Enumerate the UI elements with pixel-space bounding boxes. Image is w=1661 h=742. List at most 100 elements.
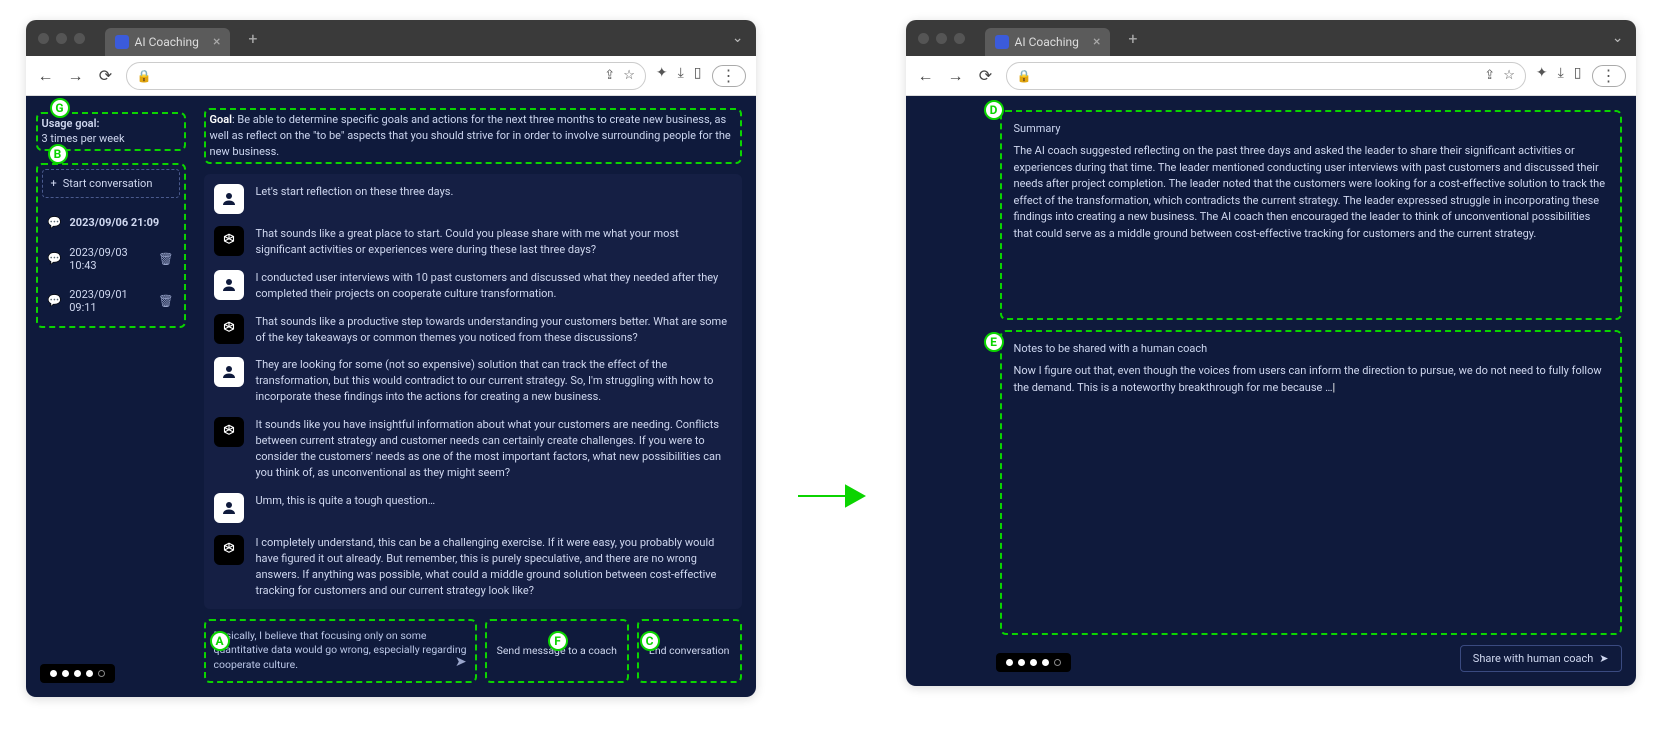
annotation-f: F [548, 631, 568, 651]
toolbar-icons: ✦ ⤓ ▯ ⋮ [1536, 65, 1626, 87]
close-window-icon[interactable] [918, 33, 929, 44]
message-text: That sounds like a productive step towar… [256, 314, 732, 346]
browser-tab[interactable]: AI Coaching × [985, 28, 1111, 56]
conversation-item[interactable]: 💬 2023/09/06 21:09 [42, 208, 180, 238]
notes-title: Notes to be shared with a human coach [1014, 342, 1608, 355]
message-row: It sounds like you have insightful infor… [214, 417, 732, 481]
conversation-item[interactable]: 💬 2023/09/01 09:11 🗑 [42, 280, 180, 322]
chat-icon: 💬 [48, 216, 62, 230]
browser-titlebar: AI Coaching × + ⌄ [26, 20, 756, 56]
message-row: That sounds like a great place to start.… [214, 226, 732, 258]
share-icon[interactable]: ⇪ [1484, 68, 1495, 83]
traffic-lights [38, 33, 85, 44]
pager-dot[interactable] [1030, 659, 1037, 666]
new-tab-icon[interactable]: + [1128, 29, 1137, 48]
extensions-icon[interactable]: ✦ [656, 65, 668, 87]
browser-toolbar: ← → ⟳ 🔒 ⇪ ☆ ✦ ⤓ ▯ ⋮ [906, 56, 1636, 96]
message-row: That sounds like a productive step towar… [214, 314, 732, 346]
share-button-label: Share with human coach [1473, 652, 1593, 665]
summary-box: Summary The AI coach suggested reflectin… [1000, 110, 1622, 320]
downloads-icon[interactable]: ⤓ [678, 65, 684, 87]
user-avatar-icon [214, 270, 244, 300]
pager-dot[interactable] [62, 670, 69, 677]
annotation-g: G [50, 98, 70, 118]
send-icon[interactable]: ➤ [455, 653, 467, 673]
browser-window-right: AI Coaching × + ⌄ ← → ⟳ 🔒 ⇪ ☆ ✦ ⤓ ▯ ⋮ D … [906, 20, 1636, 686]
browser-window-left: AI Coaching × + ⌄ ← → ⟳ 🔒 ⇪ ☆ ✦ ⤓ ▯ ⋮ G … [26, 20, 756, 697]
profile-menu[interactable]: ⋮ [1592, 65, 1626, 87]
bookmark-icon[interactable]: ☆ [623, 68, 635, 83]
maximize-window-icon[interactable] [954, 33, 965, 44]
delete-icon[interactable]: 🗑 [158, 252, 173, 266]
tab-close-icon[interactable]: × [213, 34, 220, 50]
conversation-timestamp: 2023/09/06 21:09 [70, 216, 160, 229]
arrow-icon [796, 481, 866, 515]
tabs-dropdown-icon[interactable]: ⌄ [1612, 30, 1624, 46]
reload-icon[interactable]: ⟳ [976, 66, 996, 85]
tab-favicon-icon [995, 35, 1009, 49]
pager-dot[interactable] [1006, 659, 1013, 666]
back-icon[interactable]: ← [916, 66, 936, 86]
pager-dot[interactable] [50, 670, 57, 677]
send-icon: ➤ [1599, 652, 1608, 665]
compose-input[interactable]: Basically, I believe that focusing only … [204, 619, 477, 683]
extensions-icon[interactable]: ✦ [1536, 65, 1548, 87]
pager-dot[interactable] [74, 670, 81, 677]
message-text: They are looking for some (not so expens… [256, 357, 732, 405]
traffic-lights [918, 33, 965, 44]
close-window-icon[interactable] [38, 33, 49, 44]
conversation-item[interactable]: 💬 2023/09/03 10:43 🗑 [42, 238, 180, 280]
url-bar[interactable]: 🔒 ⇪ ☆ [126, 62, 646, 90]
minimize-window-icon[interactable] [936, 33, 947, 44]
forward-icon[interactable]: → [66, 66, 86, 86]
downloads-icon[interactable]: ⤓ [1558, 65, 1564, 87]
user-avatar-icon [214, 493, 244, 523]
annotation-e: E [984, 332, 1004, 352]
maximize-window-icon[interactable] [74, 33, 85, 44]
compose-text: Basically, I believe that focusing only … [214, 629, 467, 671]
forward-icon[interactable]: → [946, 66, 966, 86]
pager-dot[interactable] [1018, 659, 1025, 666]
share-with-coach-button[interactable]: Share with human coach ➤ [1460, 645, 1622, 672]
end-conversation-button[interactable]: End conversation [637, 619, 742, 683]
url-bar[interactable]: 🔒 ⇪ ☆ [1006, 62, 1526, 90]
message-row: I conducted user interviews with 10 past… [214, 270, 732, 302]
ai-avatar-icon [214, 314, 244, 344]
reload-icon[interactable]: ⟳ [96, 66, 116, 85]
bookmark-icon[interactable]: ☆ [1503, 68, 1515, 83]
message-text: Let's start reflection on these three da… [256, 184, 454, 200]
message-row: I completely understand, this can be a c… [214, 535, 732, 599]
pager-dots [996, 653, 1071, 672]
reader-icon[interactable]: ▯ [694, 65, 702, 87]
ai-avatar-icon [214, 535, 244, 565]
tabs-dropdown-icon[interactable]: ⌄ [732, 30, 744, 46]
pager-dot[interactable] [98, 670, 105, 677]
message-text: I completely understand, this can be a c… [256, 535, 732, 599]
notes-box[interactable]: Notes to be shared with a human coach No… [1000, 330, 1622, 635]
lock-icon: 🔒 [137, 69, 152, 83]
minimize-window-icon[interactable] [56, 33, 67, 44]
delete-icon[interactable]: 🗑 [158, 294, 173, 308]
reader-icon[interactable]: ▯ [1574, 65, 1582, 87]
compose-bar: Basically, I believe that focusing only … [204, 619, 742, 683]
pager-dot[interactable] [86, 670, 93, 677]
app-content-right: D E Summary The AI coach suggested refle… [906, 96, 1636, 686]
pager-dot[interactable] [1042, 659, 1049, 666]
browser-toolbar: ← → ⟳ 🔒 ⇪ ☆ ✦ ⤓ ▯ ⋮ [26, 56, 756, 96]
new-tab-icon[interactable]: + [248, 29, 257, 48]
start-conversation-button[interactable]: + Start conversation [42, 169, 180, 198]
profile-menu[interactable]: ⋮ [712, 65, 746, 87]
chat-log: Let's start reflection on these three da… [204, 174, 742, 609]
pager-dot[interactable] [1054, 659, 1061, 666]
conversation-timestamp: 2023/09/01 09:11 [69, 288, 150, 314]
browser-tab[interactable]: AI Coaching × [105, 28, 231, 56]
tab-title: AI Coaching [135, 35, 199, 49]
back-icon[interactable]: ← [36, 66, 56, 86]
tab-title: AI Coaching [1015, 35, 1079, 49]
share-icon[interactable]: ⇪ [604, 68, 615, 83]
tab-close-icon[interactable]: × [1093, 34, 1100, 50]
usage-goal-value: 3 times per week [42, 132, 125, 145]
lock-icon: 🔒 [1017, 69, 1032, 83]
annotation-b: B [48, 144, 68, 164]
plus-icon: + [51, 177, 57, 190]
